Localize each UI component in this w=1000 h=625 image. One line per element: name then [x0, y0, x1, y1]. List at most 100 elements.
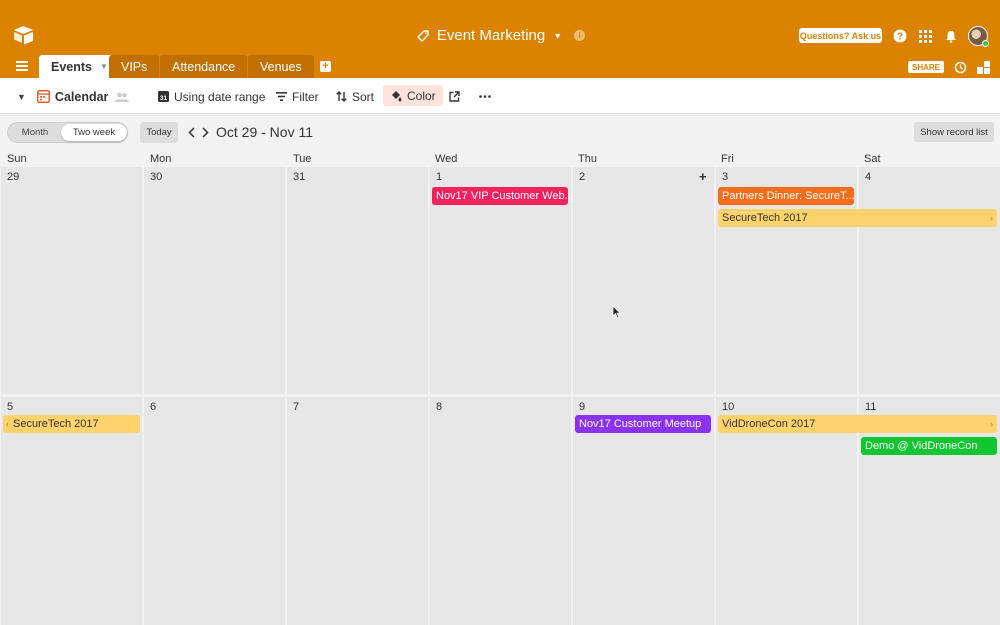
day-cell[interactable]	[144, 167, 285, 394]
date-range-label: Using date range	[174, 89, 266, 104]
day-number: 2	[579, 171, 586, 183]
day-number: 4	[865, 171, 872, 183]
notifications-bell-icon[interactable]	[943, 28, 959, 44]
event-title: SecureTech 2017	[13, 418, 99, 430]
more-icon	[479, 95, 491, 98]
airtable-logo-icon[interactable]	[13, 25, 35, 45]
date-range-title: Oct 29 - Nov 11	[216, 124, 314, 140]
collaborators-icon[interactable]	[115, 92, 130, 102]
share-view-button[interactable]	[449, 88, 460, 105]
apps-grid-icon[interactable]	[917, 28, 933, 44]
chevron-down-icon[interactable]: ▼	[17, 92, 26, 102]
day-number: 11	[865, 401, 877, 413]
day-number: 7	[293, 401, 300, 413]
month-mode-option[interactable]: Month	[10, 124, 60, 141]
tab-vips[interactable]: VIPs	[109, 55, 160, 78]
view-switcher[interactable]: ▼ Calendar	[17, 88, 130, 105]
tab-label: VIPs	[121, 59, 148, 74]
paint-bucket-icon	[392, 90, 402, 101]
filter-button[interactable]: Filter	[276, 88, 319, 105]
tab-label: Venues	[260, 59, 302, 74]
tab-venues[interactable]: Venues	[248, 55, 314, 78]
day-cell[interactable]	[573, 167, 714, 394]
add-table-icon[interactable]: +	[320, 61, 331, 72]
sidebar-menu-icon[interactable]	[16, 61, 28, 71]
base-name[interactable]: Event Marketing	[437, 27, 545, 44]
external-link-icon	[449, 91, 460, 102]
weekday-header: Mon	[150, 153, 172, 165]
event-viddronecon[interactable]: VidDroneCon 2017 ›	[718, 415, 997, 433]
day-number: 3	[722, 171, 729, 183]
weekday-header: Sun	[7, 153, 27, 165]
day-number: 31	[293, 171, 306, 183]
mouse-cursor-icon	[612, 305, 622, 319]
day-cell[interactable]	[287, 167, 428, 394]
day-cell[interactable]	[144, 397, 285, 625]
day-number: 9	[579, 401, 586, 413]
tab-events[interactable]: Events ▼	[39, 55, 120, 78]
continues-right-icon: ›	[990, 213, 993, 223]
previous-period-icon[interactable]	[186, 125, 196, 139]
history-icon[interactable]	[952, 59, 968, 75]
base-menu-chevron-icon[interactable]: ▼	[553, 31, 562, 41]
sort-button[interactable]: Sort	[336, 88, 374, 105]
day-number: 8	[436, 401, 443, 413]
two-week-mode-option[interactable]: Two week	[61, 124, 127, 141]
add-record-icon[interactable]: +	[699, 169, 707, 184]
calendar-view-icon	[36, 90, 50, 103]
calendar-mode-toggle: Month Two week	[7, 122, 128, 143]
next-period-icon[interactable]	[200, 125, 210, 139]
day-number: 30	[150, 171, 163, 183]
event-title: SecureTech 2017	[722, 212, 808, 224]
weekday-header: Fri	[721, 153, 734, 165]
filter-icon	[276, 92, 287, 101]
sort-label: Sort	[352, 89, 375, 104]
show-record-list-button[interactable]: Show record list	[914, 122, 994, 142]
day-number: 10	[722, 401, 735, 413]
day-cell[interactable]	[430, 397, 571, 625]
event-demo-viddronecon[interactable]: Demo @ VidDroneCon	[861, 437, 997, 455]
color-label: Color	[407, 88, 436, 103]
tab-label: Events	[51, 59, 92, 74]
calendar-date-icon: 31	[158, 91, 169, 102]
chevron-down-icon[interactable]: ▼	[100, 62, 108, 71]
help-button[interactable]: Questions? Ask us	[799, 28, 882, 43]
more-options-button[interactable]	[479, 88, 491, 105]
filter-label: Filter	[292, 89, 319, 104]
blocks-icon[interactable]	[975, 59, 991, 75]
continues-right-icon: ›	[990, 419, 993, 429]
event-securetech-week2[interactable]: ‹ SecureTech 2017	[3, 415, 140, 433]
today-button[interactable]: Today	[140, 122, 178, 143]
sort-icon	[336, 91, 347, 102]
day-cell[interactable]	[287, 397, 428, 625]
event-title: VidDroneCon 2017	[722, 418, 816, 430]
tab-label: Attendance	[172, 59, 236, 74]
view-name: Calendar	[54, 89, 109, 104]
day-number: 5	[7, 401, 14, 413]
day-cell[interactable]	[859, 167, 1000, 394]
day-number: 29	[7, 171, 20, 183]
event-partners-dinner[interactable]: Partners Dinner: SecureT...	[718, 187, 854, 205]
ticket-icon	[417, 29, 429, 42]
user-avatar[interactable]	[968, 26, 989, 47]
online-status-dot	[982, 40, 989, 47]
day-number: 6	[150, 401, 157, 413]
event-customer-meetup[interactable]: Nov17 Customer Meetup	[575, 415, 711, 433]
svg-text:31: 31	[160, 95, 168, 102]
weekday-header: Tue	[293, 153, 312, 165]
weekday-header: Thu	[578, 153, 597, 165]
continues-left-icon: ‹	[6, 419, 9, 429]
share-button[interactable]: SHARE	[908, 61, 944, 73]
svg-text:?: ?	[897, 32, 903, 43]
day-cell[interactable]	[1, 167, 142, 394]
view-toolbar	[0, 78, 1000, 114]
color-button[interactable]: Color	[383, 85, 443, 106]
event-securetech-week1[interactable]: SecureTech 2017 ›	[718, 209, 997, 227]
tab-attendance[interactable]: Attendance	[160, 55, 248, 78]
help-icon[interactable]: ?	[892, 28, 908, 44]
weekday-header: Wed	[435, 153, 458, 165]
day-number: 1	[436, 171, 443, 183]
weekday-header: Sat	[864, 153, 881, 165]
event-vip-webinar[interactable]: Nov17 VIP Customer Web...	[432, 187, 568, 205]
date-range-button[interactable]: 31 Using date range	[158, 88, 265, 105]
